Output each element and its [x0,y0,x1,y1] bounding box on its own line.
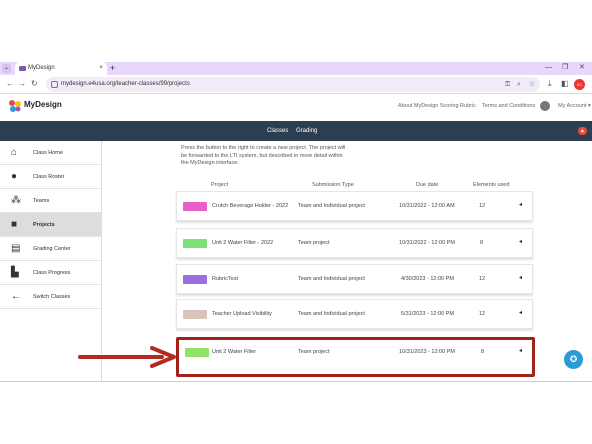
site-info-icon[interactable] [51,81,58,88]
user-avatar-icon[interactable] [540,101,550,111]
sidebar-item-label: Teams [33,198,50,204]
book-icon: ▤ [11,243,21,254]
sidebar-item-switch-classes[interactable]: ← Switch Classes [0,285,101,309]
tab-search-button[interactable]: ⌄ [2,64,11,73]
project-color-swatch [183,310,207,319]
key-icon[interactable]: ⚿ [505,77,510,92]
due-date: 10/31/2022 - 12:00 PM [399,240,455,246]
nav-grading[interactable]: Grading [296,128,317,134]
tab-favicon-icon [19,66,26,71]
elements-used: 12 [479,311,486,317]
caret-left-icon[interactable]: ◂ [519,238,522,245]
sidebar-item-projects[interactable]: ■ Projects [0,213,101,237]
sidebar-item-label: Class Progress [33,270,71,276]
highlight-box [176,337,535,377]
terms-link[interactable]: Terms and Conditions [482,103,535,109]
sidebar-item-label: Switch Classes [33,294,71,300]
project-row[interactable]: Unit 2 Water Filter - 2022 Team project … [176,228,533,258]
sidebar-item-label: Class Home [33,150,63,156]
group-icon: ⁂ [11,195,21,206]
close-window-icon[interactable]: ✕ [579,62,585,74]
project-color-swatch [183,202,207,211]
reload-icon[interactable]: ↻ [31,78,38,90]
url-bar[interactable]: mydesign.e4usa.org/teacher-classes/99/pr… [46,77,540,92]
project-name[interactable]: Teacher Upload Visibility [212,311,272,317]
project-name[interactable]: Crutch Beverage Holder - 2022 [212,203,288,209]
nav-classes[interactable]: Classes [267,128,288,134]
project-row[interactable]: Crutch Beverage Holder - 2022 Team and I… [176,191,533,221]
project-row[interactable]: RubricTest Team and Individual project 4… [176,264,533,294]
maximize-icon[interactable]: ❐ [562,62,568,74]
chart-icon: ▙ [11,267,19,278]
submission-type: Team and Individual project [298,311,365,317]
column-header-submission-type: Submission Type [312,182,354,188]
rubric-link[interactable]: About MyDesign Scoring Rubric [398,103,476,109]
bookmark-star-icon[interactable]: ☆ [529,77,535,92]
caret-left-icon[interactable]: ◂ [519,274,522,281]
elements-used: 12 [479,203,486,209]
project-color-swatch [183,275,207,284]
due-date: 5/31/2023 - 12:00 PM [401,311,454,317]
minimize-icon[interactable]: — [545,62,552,74]
my-account-menu[interactable]: My Account ▾ [558,103,591,109]
arrow-left-icon: ← [11,291,21,302]
column-header-project: Project [211,182,229,188]
person-icon: ● [11,171,18,182]
sidebar-item-grading-center[interactable]: ▤ Grading Center [0,237,101,261]
sidebar-item-class-progress[interactable]: ▙ Class Progress [0,261,101,285]
page-bottom-divider [0,381,592,382]
zoom-icon[interactable]: ⌕ [517,77,521,92]
column-header-elements-used: Elements used [473,182,510,188]
submission-type: Team and Individual project [298,203,365,209]
back-icon[interactable]: ← [6,78,14,90]
column-header-due-date: Due date [416,182,439,188]
mydesign-logo-icon[interactable] [8,99,22,113]
project-name[interactable]: Unit 2 Water Filter - 2022 [212,240,273,246]
logo-text[interactable]: MyDesign [24,100,62,109]
sidebar-item-label: Projects [33,222,55,228]
project-name[interactable]: RubricTest [212,276,238,282]
submission-type: Team project [298,240,330,246]
tab-title: MyDesign [28,65,55,71]
elements-used: 12 [479,276,486,282]
browser-tab[interactable]: MyDesign × [15,62,107,75]
sidebar-item-class-roster[interactable]: ● Class Roster [0,165,101,189]
due-date: 4/30/2023 - 12:00 PM [401,276,454,282]
sidebar-item-teams[interactable]: ⁂ Teams [0,189,101,213]
submission-type: Team and Individual project [298,276,365,282]
project-color-swatch [183,239,207,248]
side-panel-icon[interactable]: ◧ [561,79,569,89]
profile-avatar[interactable]: KC [574,79,585,90]
cube-icon: ■ [11,219,18,230]
alert-icon[interactable]: ▲ [578,127,587,135]
sidebar-item-class-home[interactable]: ⌂ Class Home [0,141,101,165]
help-widget-icon[interactable]: ✪ [564,350,583,369]
elements-used: 8 [480,240,484,246]
download-icon[interactable]: ⤓ [548,79,552,89]
sidebar-item-label: Grading Center [33,246,71,252]
home-icon: ⌂ [11,147,18,158]
project-row[interactable]: Teacher Upload Visibility Team and Indiv… [176,299,533,329]
intro-text: Press the button to the right to create … [181,145,346,166]
red-arrow-icon [78,346,176,368]
new-tab-button[interactable]: + [110,62,115,74]
tab-close-icon[interactable]: × [99,62,103,75]
caret-left-icon[interactable]: ◂ [519,201,522,208]
caret-left-icon[interactable]: ◂ [519,309,522,316]
due-date: 10/31/2022 - 12:00 AM [399,203,455,209]
forward-icon[interactable]: → [18,78,26,90]
url-text: mydesign.e4usa.org/teacher-classes/99/pr… [61,81,190,87]
sidebar-item-label: Class Roster [33,174,65,180]
